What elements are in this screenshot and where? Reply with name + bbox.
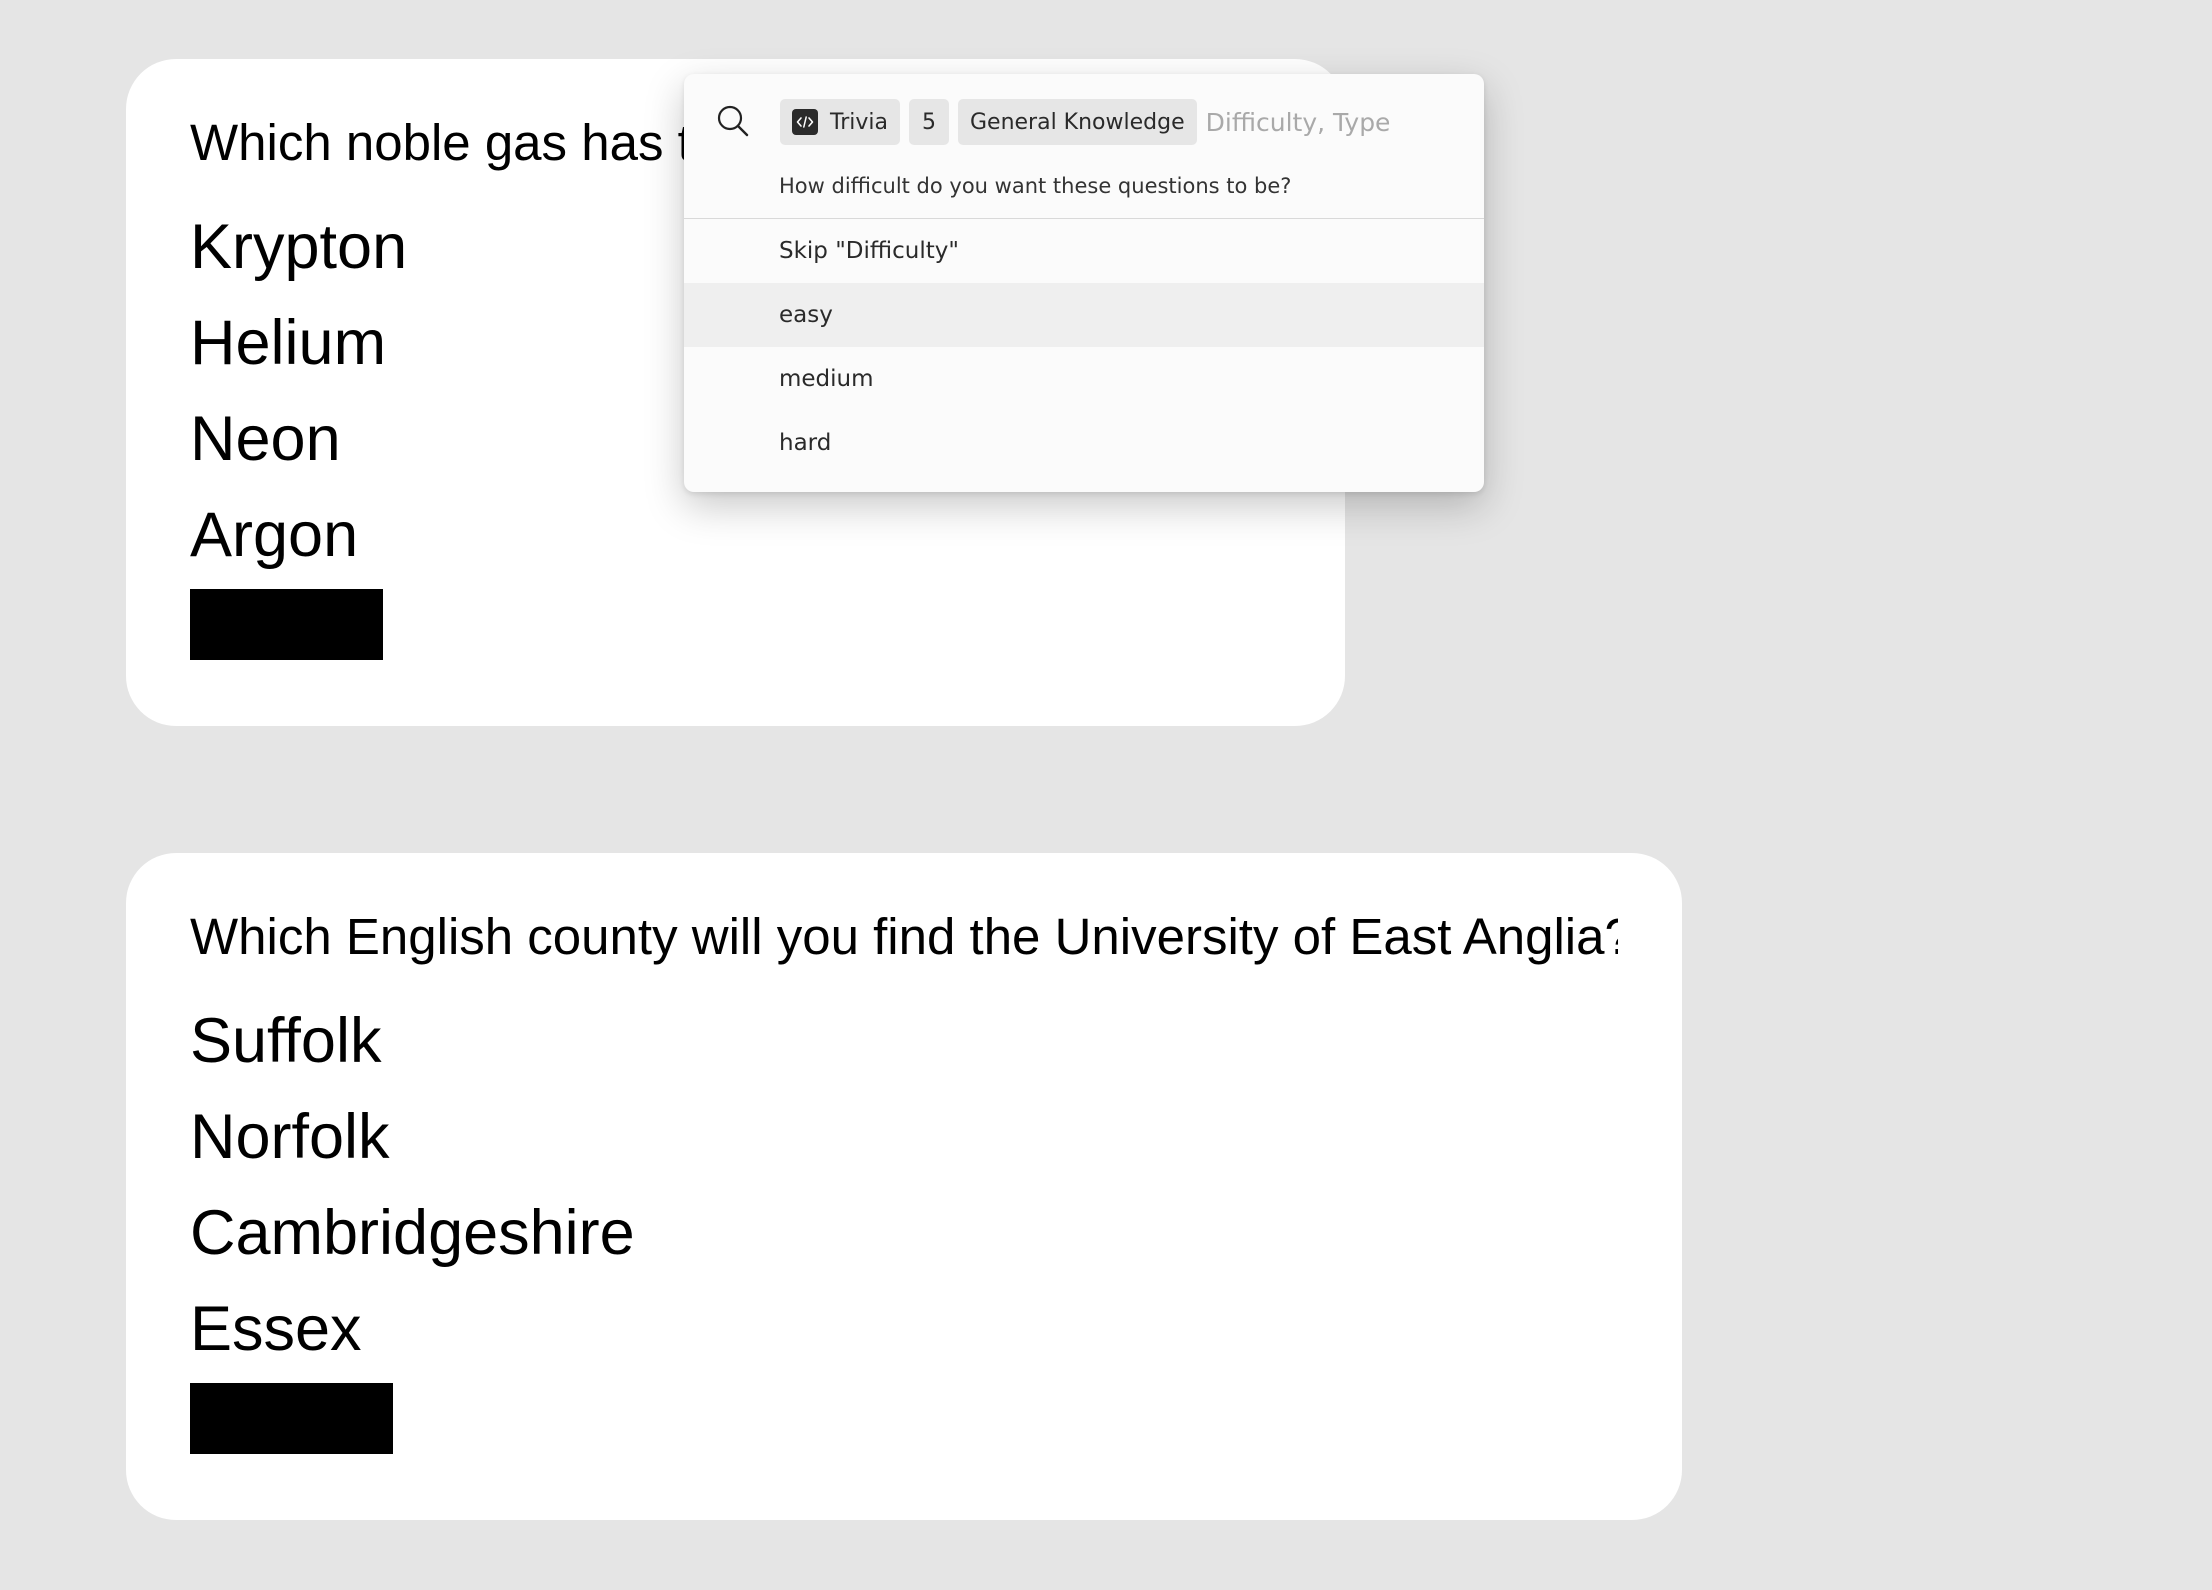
answer-option[interactable]: Suffolk bbox=[190, 987, 1618, 1083]
palette-options-list: Skip "Difficulty" easy medium hard bbox=[684, 219, 1484, 475]
palette-item-easy[interactable]: easy bbox=[684, 283, 1484, 347]
palette-item-hard[interactable]: hard bbox=[684, 411, 1484, 475]
palette-token-row: Trivia 5 General Knowledge bbox=[780, 99, 1396, 145]
extension-token[interactable]: Trivia bbox=[780, 99, 900, 145]
answer-option[interactable]: Cambridgeshire bbox=[190, 1179, 1618, 1275]
command-palette: Trivia 5 General Knowledge How difficult… bbox=[684, 74, 1484, 492]
category-token[interactable]: General Knowledge bbox=[957, 99, 1197, 145]
palette-header: Trivia 5 General Knowledge How difficult… bbox=[684, 74, 1484, 219]
palette-prompt: How difficult do you want these question… bbox=[779, 174, 1292, 198]
amount-token[interactable]: 5 bbox=[908, 99, 949, 145]
answer-option[interactable]: Essex bbox=[190, 1275, 1618, 1371]
search-icon bbox=[716, 104, 750, 138]
palette-item-medium[interactable]: medium bbox=[684, 347, 1484, 411]
answer-option[interactable]: Argon bbox=[190, 481, 1281, 577]
extension-token-label: Trivia bbox=[830, 109, 888, 135]
code-icon bbox=[792, 109, 818, 135]
question-card-2: Which English county will you find the U… bbox=[126, 853, 1682, 1520]
redacted-answer-block bbox=[190, 1383, 393, 1454]
argument-input[interactable] bbox=[1205, 99, 1396, 145]
answer-list: Suffolk Norfolk Cambridgeshire Essex bbox=[190, 987, 1618, 1371]
palette-item-skip-difficulty[interactable]: Skip "Difficulty" bbox=[684, 219, 1484, 283]
question-text: Which English county will you find the U… bbox=[190, 911, 1618, 965]
redacted-answer-block bbox=[190, 589, 383, 660]
answer-option[interactable]: Norfolk bbox=[190, 1083, 1618, 1179]
